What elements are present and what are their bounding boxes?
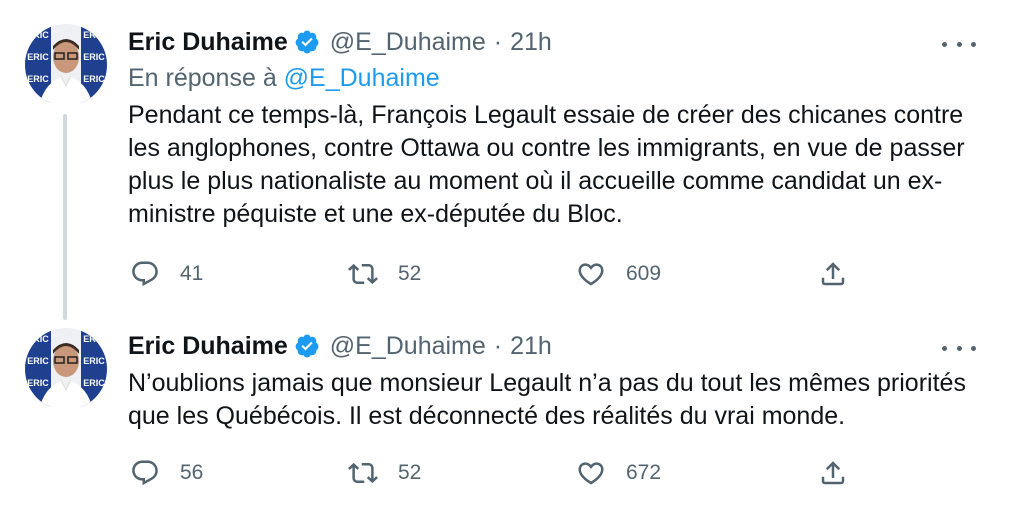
avatar-banner-text: ERIC [27,334,49,344]
tweet-thread: ERIC ERIC ERIC ERIC ERIC ERIC Eric Duhai… [0,0,1010,520]
reply-button[interactable]: 41 [130,254,203,294]
like-button[interactable]: 672 [576,453,661,493]
like-count: 672 [626,461,662,484]
avatar-banner-text: ERIC [83,334,105,344]
reply-prefix: En réponse à [128,64,277,92]
tweet-header: Eric Duhaime @E_Duhaime · 21h [128,24,552,60]
verified-badge-icon [295,30,319,54]
avatar-photo: ERIC ERIC ERIC ERIC ERIC ERIC [25,24,107,106]
avatar-banner-text: ERIC [27,74,49,84]
heart-icon [578,263,604,286]
tweet-timestamp[interactable]: 21h [510,28,552,57]
retweet-icon [348,462,378,484]
tweet-text: N’oublions jamais que monsieur Legault n… [128,369,966,430]
tweet-actions: 56 52 672 [128,453,868,493]
retweet-count: 52 [398,262,422,285]
avatar[interactable]: ERIC ERIC ERIC ERIC ERIC ERIC [25,24,107,106]
tweet-text: Pendant ce temps-là, François Legault es… [128,101,965,228]
reply-button[interactable]: 56 [130,453,203,493]
reply-count: 56 [180,461,204,484]
share-button[interactable] [818,453,848,493]
reply-mention-link[interactable]: @E_Duhaime [284,64,440,92]
avatar-banner-text: ERIC [27,356,49,366]
avatar-banner-text: ERIC [83,378,105,388]
avatar-banner-text: ERIC [27,30,49,40]
tweet-actions: 41 52 609 [128,254,868,294]
avatar-banner-text: ERIC [83,30,105,40]
heart-icon [578,462,604,485]
share-button[interactable] [818,254,848,294]
retweet-count: 52 [398,461,422,484]
separator-dot: · [493,27,503,56]
more-options-icon[interactable] [942,338,976,358]
author-handle[interactable]: @E_Duhaime [330,28,486,57]
like-button[interactable]: 609 [576,254,661,294]
avatar-banner-text: ERIC [27,378,49,388]
reply-count: 41 [180,262,204,285]
tweet[interactable]: ERIC ERIC ERIC ERIC ERIC ERIC Eric Duhai… [0,0,1010,312]
share-icon [821,262,845,286]
avatar-banner-text: ERIC [83,74,105,84]
avatar-banner-text: ERIC [83,52,105,62]
avatar-banner-text: ERIC [83,356,105,366]
verified-badge-icon [295,334,319,358]
retweet-icon [348,263,378,285]
separator-dot: · [493,331,503,360]
retweet-button[interactable]: 52 [348,453,421,493]
reply-icon [132,261,158,287]
tweet-timestamp[interactable]: 21h [510,332,552,361]
reply-context: En réponse à @E_Duhaime [128,64,440,93]
tweet-header: Eric Duhaime @E_Duhaime · 21h [128,328,552,364]
avatar[interactable]: ERIC ERIC ERIC ERIC ERIC ERIC [25,328,107,410]
more-options-icon[interactable] [942,34,976,54]
avatar-photo: ERIC ERIC ERIC ERIC ERIC ERIC [25,328,107,410]
author-display-name[interactable]: Eric Duhaime [128,28,288,57]
avatar-banner-text: ERIC [27,52,49,62]
like-count: 609 [626,262,662,285]
tweet[interactable]: ERIC ERIC ERIC ERIC ERIC ERIC Eric Duhai… [0,312,1010,520]
author-handle[interactable]: @E_Duhaime [330,332,486,361]
retweet-button[interactable]: 52 [348,254,421,294]
author-display-name[interactable]: Eric Duhaime [128,332,288,361]
reply-icon [132,460,158,486]
share-icon [821,461,845,485]
